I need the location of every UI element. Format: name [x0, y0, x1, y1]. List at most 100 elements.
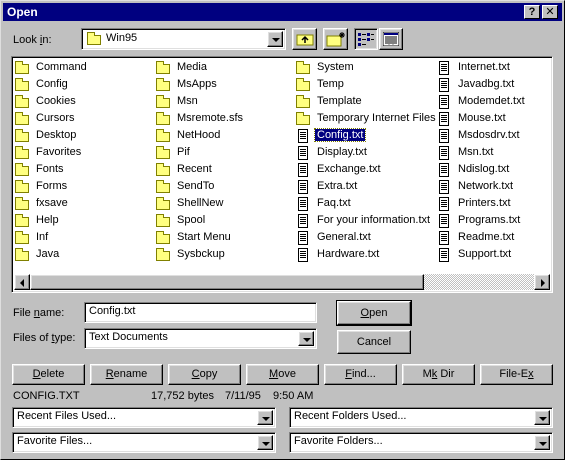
list-item[interactable]: Modemdet.txt [436, 94, 527, 111]
list-item[interactable]: NetHood [155, 128, 245, 145]
list-item[interactable]: Msdosdrv.txt [436, 128, 527, 145]
list-item[interactable]: Forms [14, 179, 89, 196]
list-item[interactable]: Temp [295, 77, 438, 94]
scroll-thumb[interactable] [30, 274, 424, 290]
list-item[interactable]: Media [155, 60, 245, 77]
chevron-down-icon[interactable] [257, 435, 273, 450]
up-folder-icon [296, 34, 314, 46]
list-item[interactable]: Template [295, 94, 438, 111]
scroll-right-button[interactable] [534, 274, 550, 290]
list-item[interactable]: Sysbckup [155, 247, 245, 264]
help-button[interactable]: ? [524, 5, 540, 19]
list-item[interactable]: Spool [155, 213, 245, 230]
chevron-down-icon[interactable] [534, 435, 550, 450]
list-item[interactable]: fxsave [14, 196, 89, 213]
details-view-button[interactable] [379, 28, 403, 50]
list-item[interactable]: Start Menu [155, 230, 245, 247]
list-item[interactable]: MsApps [155, 77, 245, 94]
list-item[interactable]: General.txt [295, 230, 438, 247]
chevron-down-icon[interactable] [257, 410, 273, 425]
list-item[interactable]: Config [14, 77, 89, 94]
list-item[interactable]: Javadbg.txt [436, 77, 527, 94]
list-item[interactable]: Config.txt [295, 128, 438, 145]
list-item[interactable]: Help [14, 213, 89, 230]
recent-files-dropdown[interactable]: Recent Files Used... [12, 407, 276, 428]
filetype-select[interactable]: Text Documents [84, 328, 317, 349]
list-item[interactable]: SendTo [155, 179, 245, 196]
list-item[interactable]: Hardware.txt [295, 247, 438, 264]
list-item[interactable]: Java [14, 247, 89, 264]
list-item[interactable]: Programs.txt [436, 213, 527, 230]
text-document-icon [436, 129, 452, 143]
list-item[interactable]: Readme.txt [436, 230, 527, 247]
list-item[interactable]: Ndislog.txt [436, 162, 527, 179]
scroll-left-button[interactable] [14, 274, 30, 290]
new-folder-button[interactable] [323, 28, 348, 50]
list-item-label: ShellNew [177, 197, 224, 209]
file-ex-button[interactable]: File-Ex [480, 364, 553, 385]
chevron-down-icon[interactable] [534, 410, 550, 425]
folder-icon [155, 78, 171, 92]
list-item[interactable]: Network.txt [436, 179, 527, 196]
list-item[interactable]: Extra.txt [295, 179, 438, 196]
cancel-button[interactable]: Cancel [337, 330, 411, 354]
list-item[interactable]: Cursors [14, 111, 89, 128]
list-item[interactable]: For your information.txt [295, 213, 438, 230]
list-item[interactable]: Desktop [14, 128, 89, 145]
filename-value: Config.txt [89, 305, 136, 317]
copy-button[interactable]: Copy [168, 364, 241, 385]
list-item[interactable]: Command [14, 60, 89, 77]
recent-files-value: Recent Files Used... [17, 410, 117, 422]
list-item-label: Temporary Internet Files [317, 112, 436, 124]
list-item-label: Sysbckup [177, 248, 225, 260]
favorite-folders-dropdown[interactable]: Favorite Folders... [289, 432, 553, 453]
list-item[interactable]: Inf [14, 230, 89, 247]
list-item-label: MsApps [177, 78, 217, 90]
list-item[interactable]: Faq.txt [295, 196, 438, 213]
file-list[interactable]: Command Config Cookies Cursors Desktop Favori… [11, 56, 553, 293]
mkdir-button[interactable]: Mk Dir [402, 364, 475, 385]
list-item[interactable]: Internet.txt [436, 60, 527, 77]
list-item[interactable]: ShellNew [155, 196, 245, 213]
list-item-label: Exchange.txt [317, 163, 381, 175]
list-item[interactable]: Cookies [14, 94, 89, 111]
list-item[interactable]: Support.txt [436, 247, 527, 264]
list-item[interactable]: Favorites [14, 145, 89, 162]
list-item-label: Fonts [36, 163, 64, 175]
list-item[interactable]: Printers.txt [436, 196, 527, 213]
filename-input[interactable]: Config.txt [84, 302, 317, 323]
list-item[interactable]: Display.txt [295, 145, 438, 162]
list-item[interactable]: Exchange.txt [295, 162, 438, 179]
rename-button[interactable]: Rename [90, 364, 163, 385]
folder-icon [14, 197, 30, 211]
delete-button[interactable]: Delete [12, 364, 85, 385]
list-item[interactable]: Temporary Internet Files [295, 111, 438, 128]
move-button[interactable]: Move [246, 364, 319, 385]
horizontal-scrollbar[interactable] [14, 274, 550, 290]
close-button[interactable]: ✕ [542, 5, 558, 19]
chevron-down-icon[interactable] [298, 331, 314, 346]
list-item-label: Network.txt [458, 180, 514, 192]
list-item[interactable]: Recent [155, 162, 245, 179]
folder-icon [155, 214, 171, 228]
lookin-combo[interactable]: Win95 [81, 28, 286, 50]
window-title: Open [7, 5, 38, 19]
list-item-label: SendTo [177, 180, 215, 192]
list-item[interactable]: Pif [155, 145, 245, 162]
recent-folders-dropdown[interactable]: Recent Folders Used... [289, 407, 553, 428]
up-one-level-button[interactable] [292, 28, 317, 50]
list-item[interactable]: Mouse.txt [436, 111, 527, 128]
list-item[interactable]: Msremote.sfs [155, 111, 245, 128]
favorite-files-dropdown[interactable]: Favorite Files... [12, 432, 276, 453]
list-item[interactable]: Fonts [14, 162, 89, 179]
list-item[interactable]: Msn.txt [436, 145, 527, 162]
list-view-button[interactable] [354, 28, 378, 50]
find-button[interactable]: Find... [324, 364, 397, 385]
list-item[interactable]: System [295, 60, 438, 77]
open-button[interactable]: Open [336, 300, 412, 326]
list-item-label: General.txt [317, 231, 371, 243]
list-item-label: Java [36, 248, 60, 260]
chevron-down-icon[interactable] [267, 31, 283, 47]
list-item[interactable]: Msn [155, 94, 245, 111]
list-item-label: Javadbg.txt [458, 78, 515, 90]
